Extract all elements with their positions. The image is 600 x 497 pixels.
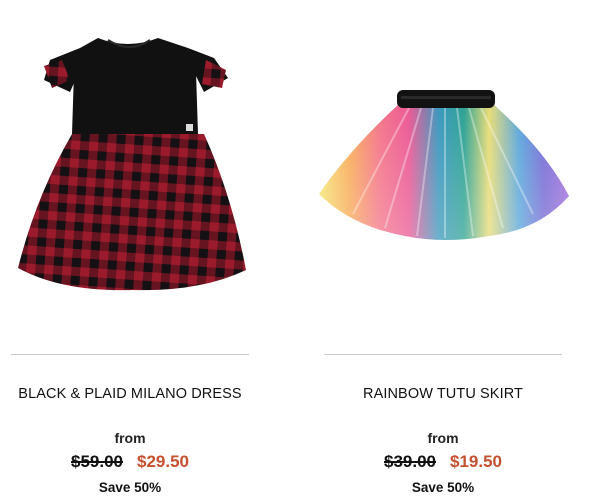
plaid-dress-image: [18, 38, 246, 291]
product-card[interactable]: BLACK & PLAID MILANO DRESS from $59.00 $2…: [0, 0, 260, 497]
sale-price: $29.50: [137, 452, 189, 471]
price-prefix: from: [427, 430, 459, 446]
price-row: $59.00 $29.50: [0, 452, 260, 472]
product-grid: BLACK & PLAID MILANO DRESS from $59.00 $2…: [0, 0, 600, 497]
price-row: $39.00 $19.50: [313, 452, 573, 472]
savings-label: Save 50%: [411, 480, 475, 495]
original-price: $59.00: [71, 452, 123, 471]
product-image[interactable]: [313, 0, 573, 340]
divider: [324, 354, 562, 355]
product-title[interactable]: BLACK & PLAID MILANO DRESS: [0, 386, 260, 402]
sale-price: $19.50: [450, 452, 502, 471]
product-title[interactable]: RAINBOW TUTU SKIRT: [313, 386, 573, 402]
product-card[interactable]: RAINBOW TUTU SKIRT from $39.00 $19.50 Sav…: [313, 0, 573, 497]
product-image[interactable]: [0, 0, 260, 340]
original-price: $39.00: [384, 452, 436, 471]
price-prefix: from: [114, 430, 146, 446]
divider: [11, 354, 249, 355]
savings-label: Save 50%: [98, 480, 162, 495]
rainbow-tutu-image: [319, 90, 569, 240]
